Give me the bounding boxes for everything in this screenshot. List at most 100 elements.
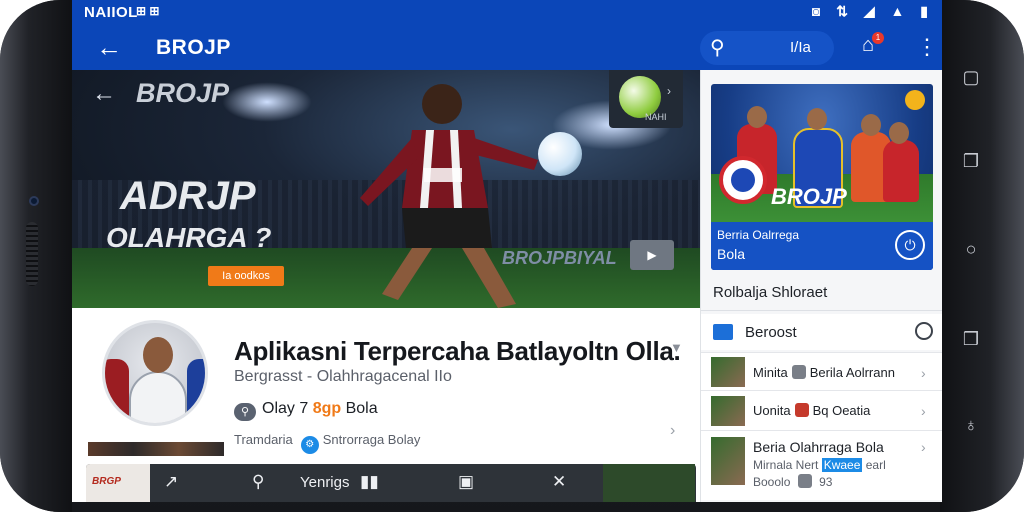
tabs-key-icon[interactable]: ❒ bbox=[960, 328, 982, 350]
clock-icon bbox=[915, 322, 933, 340]
search-text: I/Ia bbox=[790, 39, 811, 56]
mail-icon bbox=[713, 324, 733, 340]
meta-row: Tramdaria ⚙ Sntrorraga Bolay bbox=[234, 432, 420, 454]
promo-player-head bbox=[747, 106, 767, 128]
arrow-left-icon[interactable]: ← bbox=[96, 32, 122, 63]
line2-highlight: Kwaee bbox=[821, 458, 863, 472]
speaker-grille bbox=[26, 222, 38, 286]
badge-icon bbox=[905, 90, 925, 110]
home-key-icon[interactable]: ○ bbox=[960, 238, 982, 260]
list-item-title: Minita Berila Aolrrann bbox=[753, 365, 895, 380]
side-panel: BROJP Berria Oalrrega Bola ⏻ Rolbalja Sh… bbox=[700, 70, 942, 502]
hardware-nav-keys: ▢ ❐ ○ ❒ ♁ bbox=[960, 60, 984, 460]
play-button[interactable]: ▶ bbox=[630, 240, 674, 270]
info-icon: ⚙ bbox=[300, 436, 319, 454]
status-bar: NAIIOL ⊞ ⊞ ◙ ⇅ ◢ ▲ ▮ bbox=[72, 0, 942, 26]
rating-icon: ⚲ bbox=[234, 403, 256, 421]
camera-icon bbox=[791, 365, 806, 379]
avatar-player-body bbox=[129, 371, 187, 423]
hero-subheadline: OLAHRGA ? bbox=[106, 222, 272, 253]
app-title: BROJP bbox=[156, 36, 231, 59]
list-header-label: Beroost bbox=[745, 324, 797, 341]
hero-back-icon[interactable]: ← bbox=[92, 80, 116, 108]
list-item[interactable]: Beria Olahrraga Bola Mirnala Nert Kwaee … bbox=[701, 430, 942, 500]
front-camera bbox=[29, 196, 39, 206]
list-item-title: Beria Olahrraga Bola bbox=[753, 439, 884, 455]
avatar-player-right bbox=[187, 359, 205, 423]
promo-strip-line2: Bola bbox=[717, 246, 746, 262]
more-vert-icon[interactable]: ⋮ bbox=[916, 34, 938, 60]
bottom-thumb[interactable]: BRGP bbox=[86, 464, 150, 502]
list-item-title-b: Berila Aolrrann bbox=[809, 365, 895, 380]
stadium-light bbox=[222, 82, 312, 122]
list-thumb bbox=[711, 357, 745, 387]
rating-row: ⚲ Olay 7 8gp Bola bbox=[234, 400, 378, 421]
recents-key-icon[interactable]: ❐ bbox=[960, 150, 982, 172]
hero-logo: BROJP bbox=[136, 78, 230, 108]
rating-accent: 8gp bbox=[312, 400, 342, 417]
rating-prefix: Olay 7 bbox=[262, 400, 309, 417]
chevron-right-icon: › bbox=[921, 365, 926, 381]
share-icon[interactable]: ↗ bbox=[164, 472, 178, 492]
list-item[interactable]: Minita Berila Aolrrann › bbox=[701, 352, 942, 390]
meta-left: Tramdaria bbox=[234, 432, 293, 447]
notification-badge: 1 bbox=[872, 32, 884, 44]
line3-number: 93 bbox=[819, 475, 833, 489]
promo-strip-line1: Berria Oalrrega bbox=[717, 228, 800, 242]
stadium-banner-text: BROJPBIYAL bbox=[502, 248, 617, 268]
line2-b: earl bbox=[865, 458, 886, 472]
app-bar: ← BROJP ⚲ I/Ia ⌂ 1 ⋮ bbox=[72, 26, 942, 70]
avatar-player-head bbox=[143, 337, 173, 373]
power-icon[interactable]: ⏻ bbox=[895, 230, 925, 260]
chevron-down-icon[interactable]: ▼ bbox=[670, 340, 683, 355]
gear-icon bbox=[797, 474, 812, 488]
square-key-icon[interactable]: ▢ bbox=[960, 66, 982, 88]
screenshot-thumbnails[interactable] bbox=[88, 442, 224, 456]
home-icon bbox=[794, 403, 809, 417]
meta-right: Sntrorraga Bolay bbox=[322, 432, 421, 447]
list-item-title-b: Bq Oeatia bbox=[812, 403, 871, 418]
bottom-thumb-label: BRGP bbox=[92, 476, 121, 487]
list-thumb bbox=[711, 396, 745, 426]
promo-strip: Berria Oalrrega Bola ⏻ bbox=[711, 222, 933, 270]
status-right-icons: ◙ ⇅ ◢ ▲ ▮ bbox=[811, 3, 934, 19]
club-crest-icon bbox=[719, 156, 767, 204]
hero-mini-card[interactable]: › NAHI bbox=[609, 70, 683, 128]
rating-suffix: Bola bbox=[345, 400, 378, 417]
promo-player bbox=[883, 140, 919, 202]
list: Minita Berila Aolrrann › Uonita Bq Oeatia … bbox=[701, 352, 942, 500]
list-header[interactable]: Beroost bbox=[701, 314, 942, 350]
football-player-illustration bbox=[360, 84, 538, 308]
search-icon[interactable]: ⚲ bbox=[252, 472, 264, 492]
hero-banner[interactable]: ← BROJP ADRJP OLAHRGA ? Ia oodkos BROJPB… bbox=[72, 70, 700, 308]
chevron-right-icon[interactable]: › bbox=[670, 422, 675, 440]
list-item-title-a: Minita bbox=[753, 365, 788, 380]
chevron-right-icon: › bbox=[921, 439, 926, 455]
promo-title: BROJP bbox=[771, 184, 847, 209]
list-item-line2: Mirnala Nert Kwaee earl bbox=[753, 458, 886, 472]
hero-badge[interactable]: Ia oodkos bbox=[208, 266, 284, 286]
list-item-line3: Booolo 93 bbox=[753, 474, 832, 489]
carrier-label: NAIIOL bbox=[84, 4, 138, 21]
phone-frame: ▢ ❐ ○ ❒ ♁ NAIIOL ⊞ ⊞ ◙ ⇅ ◢ ▲ ▮ ← BROJP ⚲… bbox=[0, 0, 1024, 512]
list-item-title: Uonita Bq Oeatia bbox=[753, 403, 870, 418]
section-heading: Rolbalja Shloraet bbox=[713, 284, 828, 301]
assistant-key-icon[interactable]: ♁ bbox=[960, 414, 982, 436]
app-subtitle: Bergrasst - Olahhragacenal IIo bbox=[234, 368, 452, 385]
search-input[interactable]: ⚲ I/Ia bbox=[700, 31, 834, 65]
bottom-right-thumb[interactable] bbox=[603, 464, 695, 502]
window-icon[interactable]: ▣ bbox=[458, 472, 474, 492]
bottom-label[interactable]: Yenrigs bbox=[300, 474, 349, 491]
list-item[interactable]: Uonita Bq Oeatia › bbox=[701, 390, 942, 430]
close-icon[interactable]: ✕ bbox=[552, 472, 566, 492]
line2-a: Mirnala Nert bbox=[753, 458, 819, 472]
promo-card[interactable]: BROJP Berria Oalrrega Bola ⏻ bbox=[711, 84, 933, 270]
divider bbox=[701, 310, 942, 311]
line3-text: Booolo bbox=[753, 475, 791, 489]
list-thumb bbox=[711, 437, 745, 485]
app-avatar bbox=[102, 320, 208, 426]
chevron-icon: › bbox=[667, 84, 671, 98]
hero-headline: ADRJP bbox=[120, 174, 256, 218]
promo-player-head bbox=[861, 114, 881, 136]
book-icon[interactable]: ▮▮ bbox=[360, 472, 379, 492]
